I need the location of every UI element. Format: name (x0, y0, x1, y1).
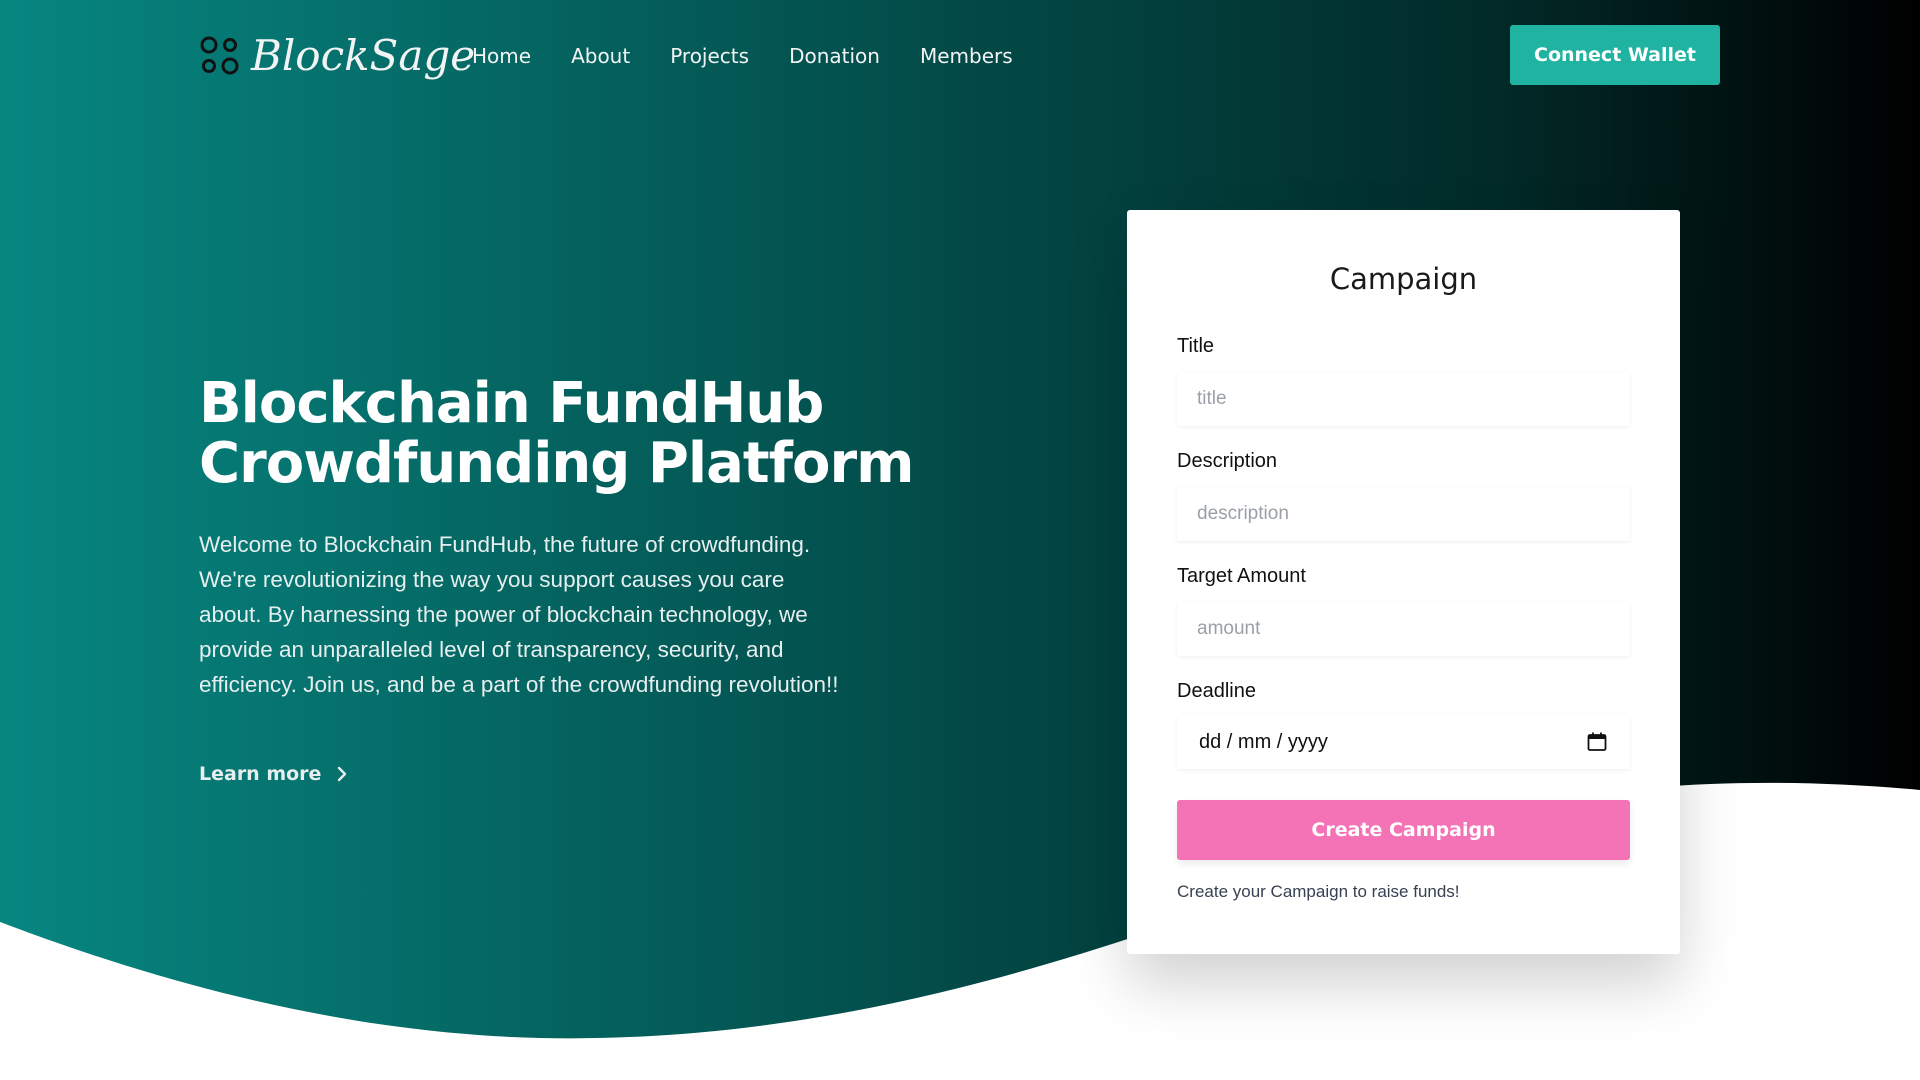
title-input[interactable] (1177, 372, 1630, 426)
hero-title-line-1: Blockchain FundHub (199, 371, 824, 436)
description-input[interactable] (1177, 487, 1630, 541)
deadline-label: Deadline (1177, 680, 1256, 702)
nav-link-donation[interactable]: Donation (789, 42, 880, 70)
nav-link-projects[interactable]: Projects (670, 42, 749, 70)
create-campaign-button[interactable]: Create Campaign (1177, 800, 1630, 860)
page: BlockSage Home About Projects Donation M… (0, 0, 1920, 1080)
nav-link-home[interactable]: Home (472, 42, 531, 70)
title-label: Title (1177, 335, 1215, 357)
target-amount-input[interactable] (1177, 602, 1630, 656)
connect-wallet-button[interactable]: Connect Wallet (1510, 25, 1720, 85)
deadline-date-value: dd / mm / yyyy (1199, 730, 1328, 753)
calendar-icon[interactable] (1586, 731, 1608, 753)
hero-title-line-2: Crowdfunding Platform (199, 431, 914, 496)
campaign-form-card: Campaign Title Description Target Amount… (1127, 210, 1680, 954)
hero-title: Blockchain FundHub Crowdfunding Platform (199, 374, 919, 494)
four-circles-logo-icon (200, 36, 239, 75)
nav-link-about[interactable]: About (571, 42, 630, 70)
description-label: Description (1177, 450, 1278, 472)
nav-link-members[interactable]: Members (920, 42, 1013, 70)
campaign-heading: Campaign (1329, 262, 1478, 296)
hero-description: Welcome to Blockchain FundHub, the futur… (199, 532, 839, 697)
learn-more-label: Learn more (199, 763, 322, 785)
learn-more-link[interactable]: Learn more (199, 760, 349, 788)
chevron-right-icon (338, 766, 347, 782)
target-amount-label: Target Amount (1177, 565, 1306, 587)
brand-logo[interactable]: BlockSage (199, 32, 475, 80)
top-navigation: BlockSage Home About Projects Donation M… (0, 0, 1920, 112)
deadline-date-input[interactable]: dd / mm / yyyy (1177, 715, 1630, 769)
campaign-footnote: Create your Campaign to raise funds! (1177, 882, 1460, 901)
nav-links: Home About Projects Donation Members (472, 42, 1053, 70)
brand-name: BlockSage (251, 31, 476, 80)
